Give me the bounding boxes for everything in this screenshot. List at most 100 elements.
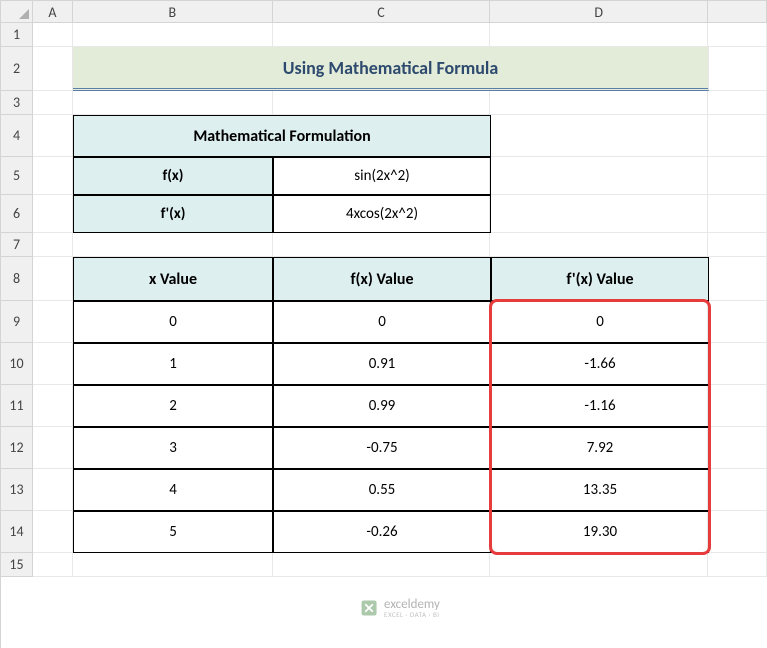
grid: Using Mathematical Formula Mathematical F… [33, 23, 767, 648]
col-header-D[interactable]: D [490, 1, 708, 23]
table-cell-r5-c2[interactable]: 19.30 [491, 511, 709, 553]
cell-A10[interactable] [33, 343, 73, 385]
table-cell-r3-c1[interactable]: -0.75 [273, 427, 491, 469]
formulation-value-0: sin(2x^2) [273, 157, 491, 195]
cell-D5[interactable] [490, 157, 708, 195]
table-cell-r0-c2[interactable]: 0 [491, 301, 709, 343]
watermark: exceldemyEXCEL · DATA · BI [360, 598, 440, 618]
table-cell-r1-c1[interactable]: 0.91 [273, 343, 491, 385]
cell-A15[interactable] [33, 553, 73, 577]
row-header-3[interactable]: 3 [1, 91, 32, 115]
row-header-2[interactable]: 2 [1, 47, 32, 91]
spreadsheet: ABCD 123456789101112131415 Using Mathema… [0, 0, 767, 648]
cell-D15[interactable] [490, 553, 708, 577]
col-header-A[interactable]: A [33, 1, 73, 23]
table-cell-r3-c0[interactable]: 3 [73, 427, 273, 469]
cell-B3[interactable] [73, 91, 273, 115]
cell-C1[interactable] [273, 23, 491, 47]
row-header-14[interactable]: 14 [1, 511, 32, 553]
select-all-corner[interactable] [1, 1, 33, 23]
cell-filler-2 [708, 47, 767, 91]
row-header-9[interactable]: 9 [1, 301, 32, 343]
cell-filler-7 [708, 233, 767, 257]
table-cell-r1-c2[interactable]: -1.66 [491, 343, 709, 385]
cell-A6[interactable] [33, 195, 73, 233]
row-header-11[interactable]: 11 [1, 385, 32, 427]
cell-D6[interactable] [490, 195, 708, 233]
row-header-6[interactable]: 6 [1, 195, 32, 233]
cell-D3[interactable] [490, 91, 708, 115]
table-cell-r3-c2[interactable]: 7.92 [491, 427, 709, 469]
cell-filler-12 [708, 427, 767, 469]
formulation-header: Mathematical Formulation [73, 115, 491, 157]
table-cell-r1-c0[interactable]: 1 [73, 343, 273, 385]
cell-A1[interactable] [33, 23, 73, 47]
cell-A7[interactable] [33, 233, 73, 257]
cell-A4[interactable] [33, 115, 73, 157]
column-headers: ABCD [33, 1, 767, 23]
cell-B7[interactable] [73, 233, 273, 257]
cell-B1[interactable] [73, 23, 273, 47]
cell-filler-4 [708, 115, 767, 157]
cell-A2[interactable] [33, 47, 73, 91]
page-title: Using Mathematical Formula [73, 47, 709, 91]
cell-filler-6 [708, 195, 767, 233]
cell-A3[interactable] [33, 91, 73, 115]
cell-A8[interactable] [33, 257, 73, 301]
table-cell-r0-c0[interactable]: 0 [73, 301, 273, 343]
formulation-label-0: f(x) [73, 157, 273, 195]
cell-A11[interactable] [33, 385, 73, 427]
row-headers: 123456789101112131415 [1, 23, 33, 577]
cell-A14[interactable] [33, 511, 73, 553]
col-header-B[interactable]: B [73, 1, 273, 23]
cell-filler-11 [708, 385, 767, 427]
row-header-4[interactable]: 4 [1, 115, 32, 157]
table-cell-r2-c2[interactable]: -1.16 [491, 385, 709, 427]
watermark-sub: EXCEL · DATA · BI [384, 611, 440, 618]
cell-D4[interactable] [490, 115, 708, 157]
cell-filler-13 [708, 469, 767, 511]
row-header-1[interactable]: 1 [1, 23, 32, 47]
row-header-10[interactable]: 10 [1, 343, 32, 385]
cell-D1[interactable] [490, 23, 708, 47]
row-header-5[interactable]: 5 [1, 157, 32, 195]
cell-filler-9 [708, 301, 767, 343]
cell-A13[interactable] [33, 469, 73, 511]
cell-filler-15 [708, 553, 767, 577]
row-header-12[interactable]: 12 [1, 427, 32, 469]
cell-B15[interactable] [73, 553, 273, 577]
cell-D7[interactable] [490, 233, 708, 257]
cell-filler-1 [708, 23, 767, 47]
col-header-filler [708, 1, 767, 23]
row-header-7[interactable]: 7 [1, 233, 32, 257]
table-header-1: f(x) Value [273, 257, 491, 301]
col-header-C[interactable]: C [273, 1, 491, 23]
table-cell-r4-c0[interactable]: 4 [73, 469, 273, 511]
row-header-8[interactable]: 8 [1, 257, 32, 301]
cell-filler-14 [708, 511, 767, 553]
formulation-label-1: f'(x) [73, 195, 273, 233]
cell-C7[interactable] [273, 233, 491, 257]
cell-A9[interactable] [33, 301, 73, 343]
cell-filler-8 [708, 257, 767, 301]
row-header-15[interactable]: 15 [1, 553, 32, 577]
table-header-2: f'(x) Value [491, 257, 709, 301]
cell-A5[interactable] [33, 157, 73, 195]
table-cell-r4-c2[interactable]: 13.35 [491, 469, 709, 511]
table-cell-r2-c1[interactable]: 0.99 [273, 385, 491, 427]
table-cell-r5-c1[interactable]: -0.26 [273, 511, 491, 553]
table-cell-r0-c1[interactable]: 0 [273, 301, 491, 343]
watermark-name: exceldemy [384, 598, 440, 611]
cell-C15[interactable] [273, 553, 491, 577]
cell-filler-10 [708, 343, 767, 385]
table-cell-r2-c0[interactable]: 2 [73, 385, 273, 427]
formulation-value-1: 4xcos(2x^2) [273, 195, 491, 233]
table-cell-r5-c0[interactable]: 5 [73, 511, 273, 553]
table-header-0: x Value [73, 257, 273, 301]
cell-C3[interactable] [273, 91, 491, 115]
cell-filler-3 [708, 91, 767, 115]
table-cell-r4-c1[interactable]: 0.55 [273, 469, 491, 511]
cell-A12[interactable] [33, 427, 73, 469]
row-header-13[interactable]: 13 [1, 469, 32, 511]
logo-icon [360, 599, 378, 617]
